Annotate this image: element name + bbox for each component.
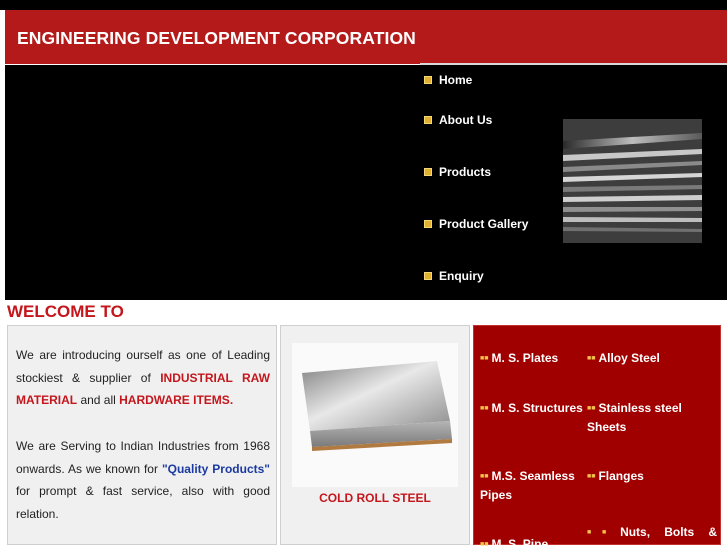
product-label: M. S. Plates bbox=[491, 351, 559, 365]
intro-text-3: . bbox=[229, 393, 234, 408]
nav-item-product-gallery[interactable]: Product Gallery bbox=[424, 215, 528, 233]
product-link-ms-seamless-pipes[interactable]: ■■ M.S. Seamless Pipes bbox=[480, 467, 580, 504]
intro-text-2: and all bbox=[77, 393, 120, 408]
cold-roll-steel-image[interactable] bbox=[292, 343, 458, 487]
top-border bbox=[0, 0, 727, 10]
nav-label: About Us bbox=[439, 113, 493, 127]
welcome-heading: WELCOME TO bbox=[7, 302, 124, 321]
nav-item-enquiry[interactable]: Enquiry bbox=[424, 267, 484, 285]
featured-product-panel: COLD ROLL STEEL bbox=[280, 325, 470, 545]
square-bullet-icon bbox=[424, 168, 432, 176]
nav-label: Products bbox=[439, 165, 492, 179]
product-link-ms-pipe[interactable]: ■■ M. S. Pipe bbox=[480, 535, 580, 554]
product-label: M.S. Seamless Pipes bbox=[480, 469, 575, 502]
intro-text: We are introducing ourself as one of Lea… bbox=[16, 344, 270, 526]
product-link-nuts-bolts[interactable]: ■■ Nuts, Bolts & bbox=[587, 523, 717, 542]
nav-label: Home bbox=[439, 73, 473, 87]
bullet-icon: ■■ bbox=[587, 354, 596, 362]
product-link-ms-structures[interactable]: ■■ M. S. Structures bbox=[480, 399, 585, 418]
product-label: M. S. Structures bbox=[491, 401, 583, 415]
bullet-icon: ■■ bbox=[480, 472, 489, 480]
product-link-alloy-steel[interactable]: ■■ Alloy Steel bbox=[587, 349, 712, 368]
steel-sheets-photo bbox=[563, 119, 702, 243]
featured-caption[interactable]: COLD ROLL STEEL bbox=[281, 491, 469, 505]
product-label: Flanges bbox=[598, 469, 644, 483]
product-label: Nuts, Bolts & bbox=[620, 525, 717, 539]
product-link-stainless-steel-sheets[interactable]: ■■ Stainless steel Sheets bbox=[587, 399, 687, 436]
square-bullet-icon bbox=[424, 220, 432, 228]
nav-item-products[interactable]: Products bbox=[424, 163, 491, 181]
bullet-icon: ■■ bbox=[587, 528, 618, 536]
product-link-ms-plates[interactable]: ■■ M. S. Plates bbox=[480, 349, 580, 368]
product-label: Alloy Steel bbox=[598, 351, 660, 365]
product-list-panel: ■■ M. S. Plates ■■ Alloy Steel ■■ M. S. Str… bbox=[473, 325, 721, 551]
square-bullet-icon bbox=[424, 76, 432, 84]
bullet-icon: ■■ bbox=[480, 404, 489, 412]
nav-label: Enquiry bbox=[439, 269, 484, 283]
bullet-icon: ■■ bbox=[480, 354, 489, 362]
nav-item-home[interactable]: Home bbox=[424, 71, 472, 89]
intro-panel: We are introducing ourself as one of Lea… bbox=[7, 325, 277, 545]
product-label: Stainless steel Sheets bbox=[587, 401, 682, 434]
bullet-icon: ■■ bbox=[587, 404, 596, 412]
square-bullet-icon bbox=[424, 116, 432, 124]
site-header: ENGINEERING DEVELOPMENT CORPORATION bbox=[5, 10, 727, 64]
site-title: ENGINEERING DEVELOPMENT CORPORATION bbox=[17, 28, 416, 48]
product-label: M. S. Pipe bbox=[491, 537, 549, 551]
highlight-hardware: HARDWARE ITEMS bbox=[119, 393, 230, 408]
intro-text-5: for prompt & fast service, also with goo… bbox=[16, 484, 270, 521]
nav-label: Product Gallery bbox=[439, 217, 529, 231]
bullet-icon: ■■ bbox=[480, 540, 489, 548]
square-bullet-icon bbox=[424, 272, 432, 280]
bullet-icon: ■■ bbox=[587, 472, 596, 480]
product-link-flanges[interactable]: ■■ Flanges bbox=[587, 467, 707, 486]
nav-item-about-us[interactable]: About Us bbox=[424, 111, 492, 129]
highlight-quality: "Quality Products" bbox=[161, 461, 270, 476]
